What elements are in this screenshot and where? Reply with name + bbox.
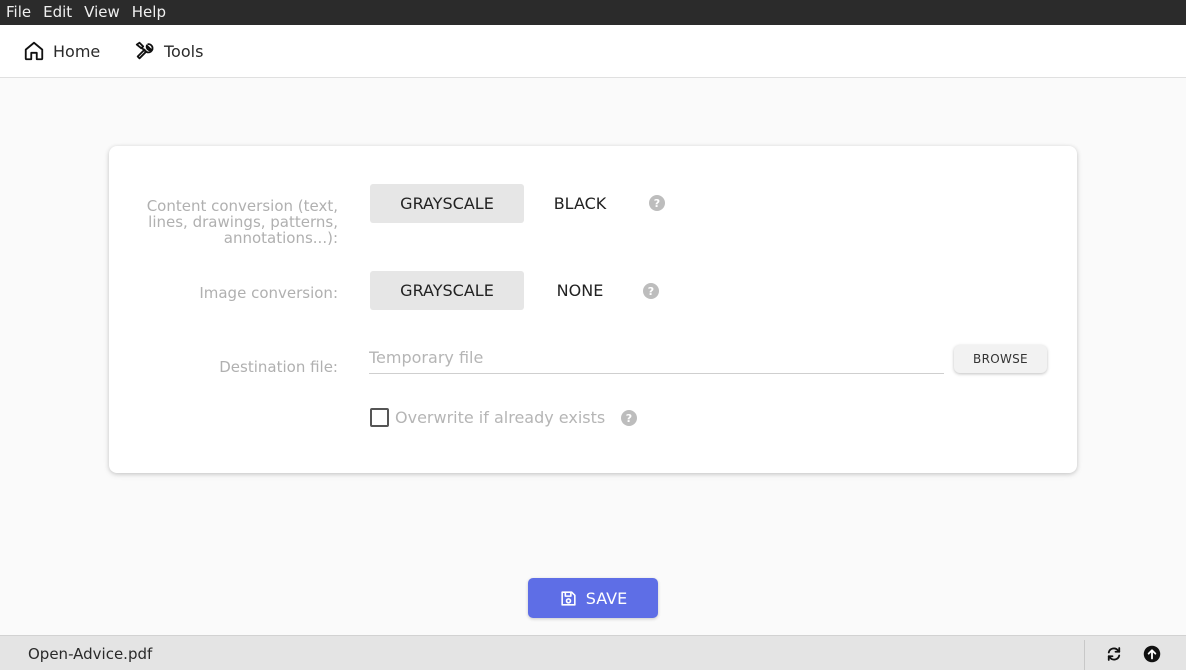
help-icon[interactable]: ?	[621, 410, 637, 426]
image-conversion-label: Image conversion:	[199, 284, 338, 302]
tools-icon	[135, 41, 154, 60]
overwrite-option: Overwrite if already exists	[370, 408, 605, 427]
image-none-option[interactable]: NONE	[524, 271, 636, 310]
content-conversion-label: Content conversion (text, lines, drawing…	[146, 197, 338, 247]
menu-help[interactable]: Help	[126, 0, 172, 25]
image-conversion-toggle: GRAYSCALE NONE	[370, 271, 636, 310]
status-bar: Open-Advice.pdf	[0, 635, 1186, 670]
browse-button[interactable]: BROWSE	[954, 345, 1047, 373]
overwrite-checkbox[interactable]	[370, 408, 389, 427]
tools-label: Tools	[164, 41, 204, 61]
tools-button[interactable]: Tools	[134, 25, 203, 77]
conversion-settings-card: Content conversion (text, lines, drawing…	[109, 146, 1077, 473]
toolbar: Home Tools	[0, 25, 1186, 78]
menu-edit[interactable]: Edit	[37, 0, 78, 25]
refresh-icon[interactable]	[1105, 645, 1123, 663]
save-icon	[561, 590, 576, 606]
overwrite-label: Overwrite if already exists	[395, 408, 606, 427]
help-icon[interactable]: ?	[649, 195, 665, 211]
destination-file-input[interactable]	[369, 342, 944, 374]
home-label: Home	[53, 41, 101, 61]
home-icon	[24, 41, 44, 61]
home-button[interactable]: Home	[23, 25, 100, 77]
save-button[interactable]: SAVE	[528, 578, 658, 618]
image-grayscale-option[interactable]: GRAYSCALE	[370, 271, 524, 310]
menu-bar: File Edit View Help	[0, 0, 1186, 25]
arrow-up-icon[interactable]	[1143, 645, 1161, 663]
content-grayscale-option[interactable]: GRAYSCALE	[370, 184, 524, 223]
content-conversion-toggle: GRAYSCALE BLACK	[370, 184, 636, 223]
save-label: SAVE	[585, 588, 628, 608]
destination-file-label: Destination file:	[219, 358, 338, 376]
menu-view[interactable]: View	[78, 0, 126, 25]
content-black-option[interactable]: BLACK	[524, 184, 636, 223]
menu-file[interactable]: File	[0, 0, 37, 25]
status-divider	[1084, 640, 1085, 670]
current-filename: Open-Advice.pdf	[28, 645, 153, 663]
help-icon[interactable]: ?	[643, 283, 659, 299]
